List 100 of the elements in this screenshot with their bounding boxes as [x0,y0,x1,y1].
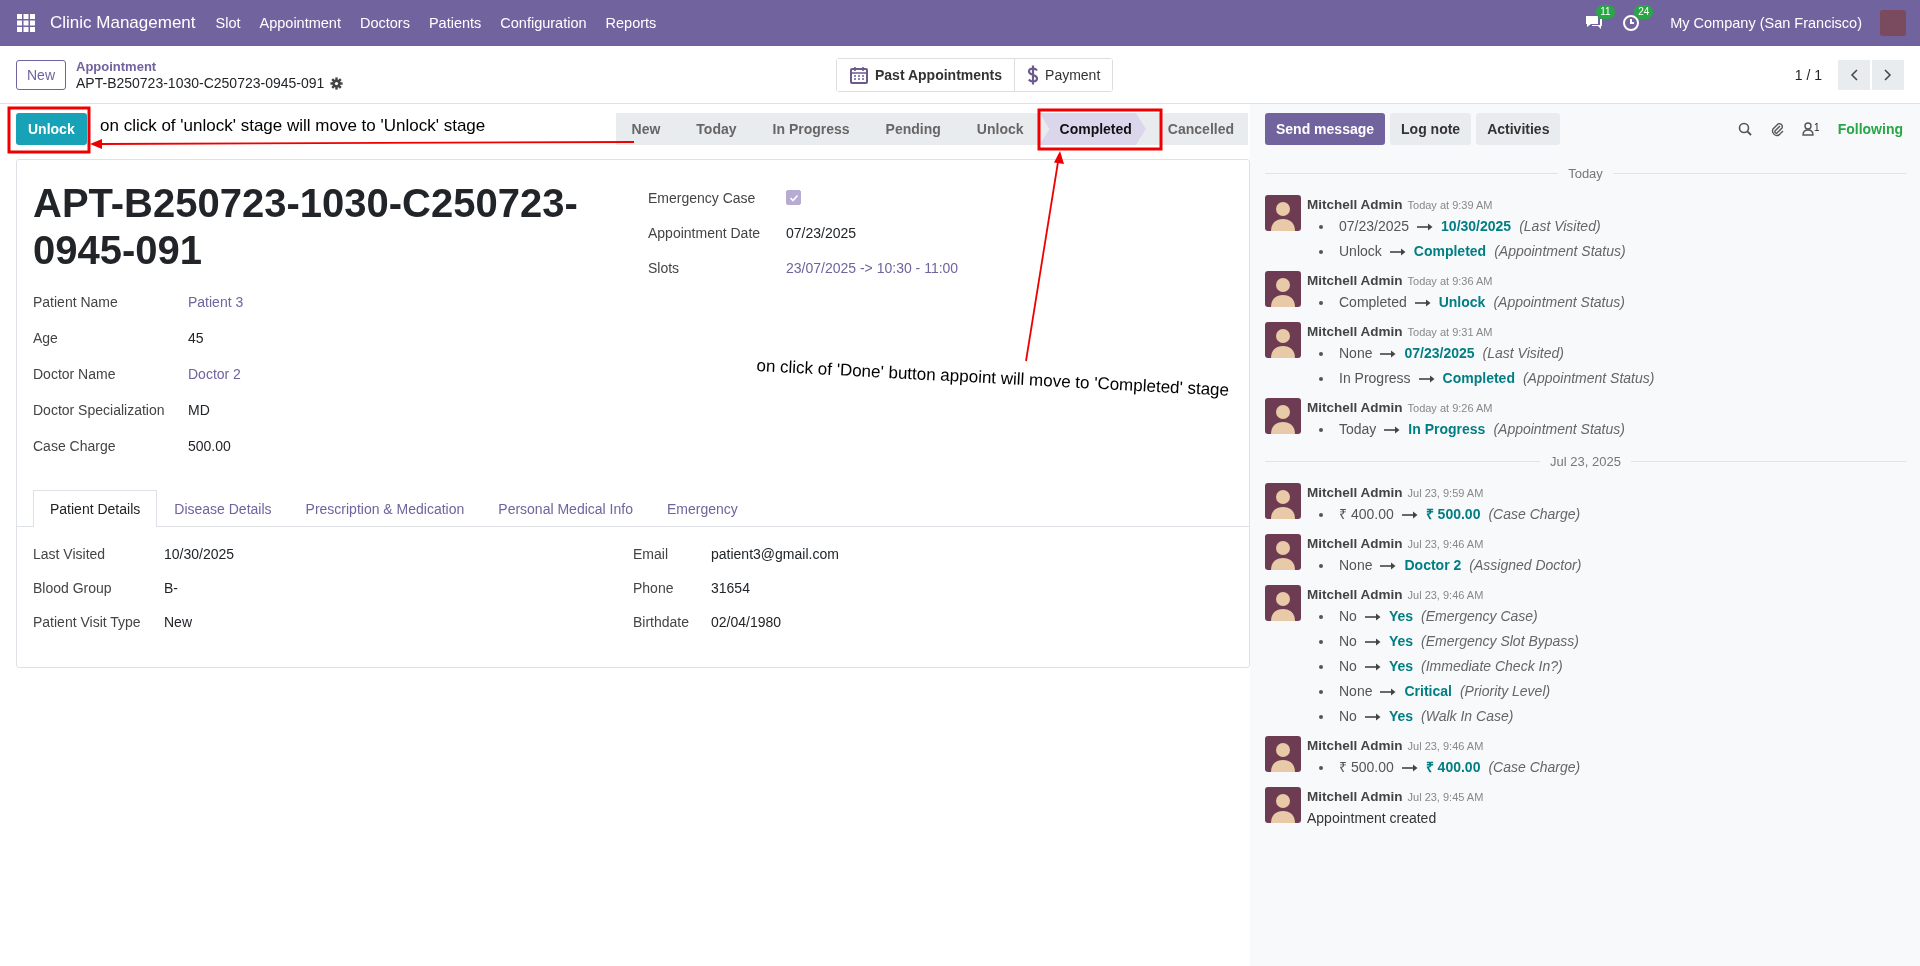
new-value: Completed [1413,242,1487,261]
message-time: Jul 23, 9:45 AM [1407,791,1484,803]
arrow-icon [1418,374,1435,383]
new-button[interactable]: New [16,59,66,90]
avatar-icon [1265,322,1301,358]
pager-value: 1 / 1 [1794,66,1822,83]
arrow-icon [1417,222,1434,231]
field-link[interactable]: 23/07/2025 -> 10:30 - 11:00 [786,259,959,276]
menu-item[interactable]: Appointment [259,15,341,31]
arrow-icon [1384,425,1401,434]
tab[interactable]: Emergency [649,490,755,527]
avatar-icon [1265,271,1301,307]
new-value: In Progress [1408,420,1486,439]
field-name: (Assigned Doctor) [1469,556,1582,575]
new-value: 10/30/2025 [1441,217,1512,236]
old-value: ₹ 500.00 [1339,758,1394,777]
field-link[interactable]: Doctor 2 [188,366,241,382]
arrow-icon [1364,612,1381,621]
smart-button[interactable]: Past Appointments [837,58,1016,91]
old-value: Today [1339,420,1377,439]
stage-button[interactable]: Completed [1039,113,1146,145]
field-value: 07/23/2025 [786,224,857,241]
old-value: None [1339,344,1373,363]
new-value: ₹ 400.00 [1425,758,1481,777]
field-label: Age [33,330,59,346]
field-label: Blood Group [33,580,113,596]
new-value: Yes [1388,632,1414,651]
old-value: No [1339,657,1357,676]
apps-menu-icon[interactable] [17,14,35,32]
record-name: APT-B250723-1030-C250723-0945-091 [76,74,325,92]
chatter-button[interactable]: Send message [1265,113,1386,145]
check-icon [788,192,799,203]
field-label: Last Visited [33,546,107,562]
message-author: Mitchell Admin [1307,738,1403,753]
field-link[interactable]: Patient 3 [188,294,244,310]
message-time: Jul 23, 9:59 AM [1407,487,1484,499]
field-label: Email [633,546,669,562]
next-button[interactable] [1872,59,1904,90]
arrow-icon [1401,510,1418,519]
tab[interactable]: Personal Medical Info [481,490,650,527]
old-value: No [1339,607,1357,626]
clock-icon[interactable] [1622,14,1641,32]
field-name: (Emergency Case) [1421,607,1538,626]
avatar-icon [1265,483,1301,519]
chatter-button[interactable]: Log note [1390,113,1472,145]
message-time: Jul 23, 9:46 AM [1407,538,1484,550]
previous-button[interactable] [1838,59,1870,90]
arrow-icon [1389,247,1406,256]
unlock-button[interactable]: Unlock [16,113,87,145]
field-label: Slots [648,259,681,276]
paperclip-icon[interactable] [1770,121,1785,137]
old-value: No [1339,632,1357,651]
tab[interactable]: Disease Details [157,490,289,527]
menu-item[interactable]: Configuration [500,15,587,31]
old-value: Completed [1339,293,1407,312]
field-value: patient3@gmail.com [711,546,839,562]
field-name: (Appointment Status) [1493,293,1625,312]
field-label: Emergency Case [648,189,757,206]
new-value: Yes [1388,607,1414,626]
message-time: Today at 9:31 AM [1407,326,1493,338]
message-author: Mitchell Admin [1307,197,1403,212]
person-icon[interactable] [1802,122,1815,136]
breadcrumb-link[interactable]: Appointment [76,57,344,75]
gear-icon[interactable] [330,76,344,90]
menu-item[interactable]: Doctors [359,15,410,31]
arrow-icon [1364,712,1381,721]
company-switcher[interactable]: My Company (San Francisco) [1670,15,1862,31]
record-title: APT-B250723-1030-C250723-0945-091 [33,180,579,274]
new-value: Yes [1388,657,1414,676]
date-separator: Today [1568,166,1603,181]
message-time: Today at 9:39 AM [1407,199,1493,211]
old-value: ₹ 400.00 [1339,505,1394,524]
following-button[interactable]: Following [1837,121,1903,137]
chatter-button[interactable]: Activities [1476,113,1561,145]
field-name: (Priority Level) [1459,682,1551,701]
date-separator: Jul 23, 2025 [1550,454,1621,469]
field-label: Case Charge [33,438,117,454]
menu-item[interactable]: Reports [605,15,657,31]
tab[interactable]: Patient Details [33,490,158,527]
tab[interactable]: Prescription & Medication [288,490,482,527]
arrow-icon [1380,687,1397,696]
arrow-icon [1414,298,1431,307]
new-value: Critical [1404,682,1452,701]
field-label: Patient Visit Type [33,614,142,630]
message-author: Mitchell Admin [1307,789,1403,804]
field-value: 10/30/2025 [164,546,235,562]
search-icon[interactable] [1738,122,1753,136]
message-time: Jul 23, 9:46 AM [1407,740,1484,752]
app-name[interactable]: Clinic Management [50,13,196,33]
checkbox[interactable] [786,190,801,205]
field-value: 02/04/1980 [711,614,782,630]
field-name: (Appointment Status) [1522,369,1655,388]
field-value: 31654 [711,580,750,596]
message-time: Today at 9:36 AM [1407,275,1493,287]
arrow-icon [1364,662,1381,671]
menu-item[interactable]: Slot [215,15,241,31]
message-author: Mitchell Admin [1307,587,1403,602]
field-label: Doctor Name [33,366,117,382]
arrow-icon [1364,637,1381,646]
menu-item[interactable]: Patients [428,15,482,31]
